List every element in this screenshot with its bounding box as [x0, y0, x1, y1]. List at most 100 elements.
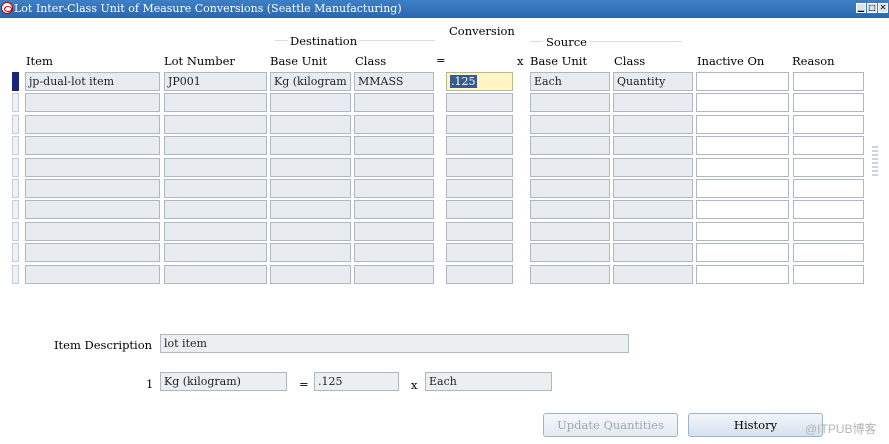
- item-cell[interactable]: [25, 93, 160, 112]
- dest-class-cell[interactable]: MMASS: [354, 72, 434, 91]
- record-selector[interactable]: [12, 200, 19, 219]
- src-class-cell[interactable]: Quantity: [613, 72, 693, 91]
- inactive-on-cell[interactable]: [696, 222, 789, 241]
- dest-base-unit-cell[interactable]: [270, 222, 351, 241]
- record-selector[interactable]: [12, 265, 19, 284]
- src-class-cell[interactable]: [613, 222, 693, 241]
- lot-number-cell[interactable]: [164, 115, 267, 134]
- inactive-on-cell[interactable]: [696, 93, 789, 112]
- src-base-unit-cell[interactable]: Each: [530, 72, 610, 91]
- src-base-unit-cell[interactable]: [530, 243, 610, 262]
- dest-class-cell[interactable]: [354, 200, 434, 219]
- dest-base-unit-cell[interactable]: [270, 179, 351, 198]
- item-cell[interactable]: [25, 200, 160, 219]
- record-selector[interactable]: [12, 222, 19, 241]
- reason-cell[interactable]: [793, 136, 864, 155]
- conversion-cell[interactable]: [446, 222, 513, 241]
- current-record-indicator[interactable]: [12, 72, 19, 91]
- src-class-cell[interactable]: [613, 265, 693, 284]
- item-cell[interactable]: [25, 136, 160, 155]
- lot-number-cell[interactable]: [164, 179, 267, 198]
- lot-number-cell[interactable]: [164, 200, 267, 219]
- lot-number-cell[interactable]: [164, 243, 267, 262]
- minimize-icon[interactable]: ▁: [856, 3, 866, 13]
- conversion-cell[interactable]: [446, 115, 513, 134]
- conversion-cell[interactable]: [446, 179, 513, 198]
- record-selector[interactable]: [12, 115, 19, 134]
- src-base-unit-cell[interactable]: [530, 115, 610, 134]
- reason-cell[interactable]: [793, 179, 864, 198]
- update-quantities-button[interactable]: Update Quantities: [543, 413, 678, 437]
- inactive-on-cell[interactable]: [696, 72, 789, 91]
- src-class-cell[interactable]: [613, 136, 693, 155]
- lot-number-cell[interactable]: JP001: [164, 72, 267, 91]
- src-base-unit-cell[interactable]: [530, 200, 610, 219]
- src-base-unit-cell[interactable]: [530, 158, 610, 177]
- inactive-on-cell[interactable]: [696, 115, 789, 134]
- conversion-cell[interactable]: [446, 136, 513, 155]
- conversion-cell[interactable]: .125: [446, 72, 513, 91]
- record-selector[interactable]: [12, 158, 19, 177]
- lot-number-cell[interactable]: [164, 158, 267, 177]
- dest-base-unit-cell[interactable]: [270, 200, 351, 219]
- dest-base-unit-cell[interactable]: [270, 136, 351, 155]
- dest-class-cell[interactable]: [354, 243, 434, 262]
- inactive-on-cell[interactable]: [696, 136, 789, 155]
- reason-cell[interactable]: [793, 93, 864, 112]
- lot-number-cell[interactable]: [164, 222, 267, 241]
- conversion-cell[interactable]: [446, 200, 513, 219]
- src-base-unit-cell[interactable]: [530, 222, 610, 241]
- reason-cell[interactable]: [793, 158, 864, 177]
- reason-cell[interactable]: [793, 243, 864, 262]
- src-class-cell[interactable]: [613, 115, 693, 134]
- reason-cell[interactable]: [793, 72, 864, 91]
- conversion-cell[interactable]: [446, 243, 513, 262]
- src-class-cell[interactable]: [613, 200, 693, 219]
- scrollbar-grip-icon[interactable]: [872, 146, 878, 178]
- dest-base-unit-cell[interactable]: [270, 115, 351, 134]
- item-cell[interactable]: [25, 265, 160, 284]
- item-cell[interactable]: [25, 115, 160, 134]
- inactive-on-cell[interactable]: [696, 179, 789, 198]
- record-selector[interactable]: [12, 93, 19, 112]
- lot-number-cell[interactable]: [164, 136, 267, 155]
- reason-cell[interactable]: [793, 115, 864, 134]
- record-selector[interactable]: [12, 243, 19, 262]
- dest-class-cell[interactable]: [354, 179, 434, 198]
- reason-cell[interactable]: [793, 200, 864, 219]
- lot-number-cell[interactable]: [164, 265, 267, 284]
- close-icon[interactable]: ✕: [878, 3, 888, 13]
- item-description-field[interactable]: lot item: [160, 334, 629, 353]
- src-base-unit-cell[interactable]: [530, 93, 610, 112]
- conversion-cell[interactable]: [446, 265, 513, 284]
- dest-class-cell[interactable]: [354, 265, 434, 284]
- conversion-cell[interactable]: [446, 93, 513, 112]
- src-class-cell[interactable]: [613, 93, 693, 112]
- record-selector[interactable]: [12, 179, 19, 198]
- item-cell[interactable]: [25, 243, 160, 262]
- dest-base-unit-cell[interactable]: [270, 158, 351, 177]
- dest-base-unit-cell[interactable]: [270, 93, 351, 112]
- src-base-unit-cell[interactable]: [530, 179, 610, 198]
- history-button[interactable]: History: [688, 413, 823, 437]
- inactive-on-cell[interactable]: [696, 243, 789, 262]
- src-class-cell[interactable]: [613, 158, 693, 177]
- dest-class-cell[interactable]: [354, 222, 434, 241]
- src-base-unit-cell[interactable]: [530, 136, 610, 155]
- lot-number-cell[interactable]: [164, 93, 267, 112]
- dest-base-unit-cell[interactable]: [270, 265, 351, 284]
- inactive-on-cell[interactable]: [696, 200, 789, 219]
- conversion-cell[interactable]: [446, 158, 513, 177]
- item-cell[interactable]: [25, 158, 160, 177]
- dest-class-cell[interactable]: [354, 158, 434, 177]
- dest-class-cell[interactable]: [354, 115, 434, 134]
- reason-cell[interactable]: [793, 222, 864, 241]
- dest-class-cell[interactable]: [354, 93, 434, 112]
- inactive-on-cell[interactable]: [696, 265, 789, 284]
- src-base-unit-cell[interactable]: [530, 265, 610, 284]
- src-class-cell[interactable]: [613, 243, 693, 262]
- record-selector[interactable]: [12, 136, 19, 155]
- item-cell[interactable]: [25, 179, 160, 198]
- inactive-on-cell[interactable]: [696, 158, 789, 177]
- src-class-cell[interactable]: [613, 179, 693, 198]
